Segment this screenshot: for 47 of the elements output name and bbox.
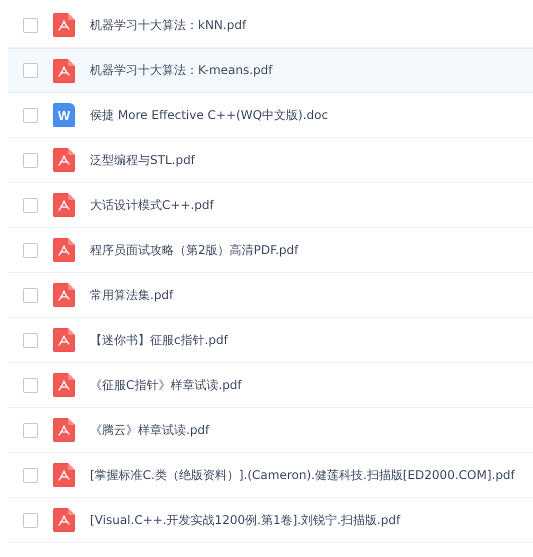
- checkbox[interactable]: [23, 468, 38, 482]
- file-name[interactable]: [掌握标准C.类（绝版资料）].(Cameron).健莲科技.扫描版[ED2000.COM].pdf: [90, 466, 515, 484]
- checkbox[interactable]: [23, 288, 38, 302]
- pdf-file-icon: [53, 508, 75, 532]
- checkbox[interactable]: [23, 332, 38, 348]
- file-row[interactable]: 机器学习十大算法：K-means.pdf: [8, 48, 533, 93]
- file-row[interactable]: 常用算法集.pdf: [8, 273, 533, 318]
- checkbox[interactable]: [23, 422, 38, 438]
- word-file-icon: W: [53, 103, 75, 127]
- checkbox[interactable]: [23, 512, 38, 528]
- file-name[interactable]: 侯捷 More Effective C++(WQ中文版).doc: [90, 106, 328, 124]
- pdf-file-icon: [53, 13, 75, 37]
- file-row[interactable]: [掌握标准C.类（绝版资料）].(Cameron).健莲科技.扫描版[ED2000.COM].pdf: [8, 453, 533, 498]
- file-row[interactable]: 大话设计模式C++.pdf: [8, 183, 533, 228]
- file-name[interactable]: 《征服C指针》样章试读.pdf: [90, 376, 242, 394]
- file-row[interactable]: 《腾云》样章试读.pdf: [8, 408, 533, 453]
- pdf-file-icon: [53, 193, 75, 217]
- checkbox[interactable]: [23, 378, 38, 392]
- pdf-file-icon: [53, 283, 75, 307]
- checkbox[interactable]: [23, 63, 38, 78]
- file-row[interactable]: 《征服C指针》样章试读.pdf: [8, 363, 533, 408]
- file-name[interactable]: 泛型编程与STL.pdf: [90, 152, 195, 168]
- file-row[interactable]: 程序员面试攻略（第2版）高清PDF.pdf: [8, 228, 533, 273]
- pdf-file-icon: [53, 373, 75, 397]
- file-name[interactable]: 《腾云》样章试读.pdf: [90, 422, 210, 438]
- file-row[interactable]: W 侯捷 More Effective C++(WQ中文版).doc: [8, 93, 533, 138]
- pdf-file-icon: [53, 238, 75, 262]
- file-row[interactable]: 泛型编程与STL.pdf: [8, 138, 533, 183]
- file-name[interactable]: 【迷你书】征服c指针.pdf: [90, 332, 228, 348]
- file-name[interactable]: [Visual.C++.开发实战1200例.第1卷].刘锐宁.扫描版.pdf: [90, 512, 400, 528]
- file-row[interactable]: 【迷你书】征服c指针.pdf: [8, 318, 533, 363]
- checkbox[interactable]: [23, 242, 38, 258]
- pdf-file-icon: [53, 463, 75, 487]
- pdf-file-icon: [53, 328, 75, 352]
- checkbox[interactable]: [23, 108, 38, 122]
- checkbox[interactable]: [23, 18, 38, 32]
- pdf-file-icon: [53, 148, 75, 172]
- file-name[interactable]: 常用算法集.pdf: [90, 286, 174, 304]
- checkbox[interactable]: [23, 152, 38, 168]
- pdf-file-icon: [53, 418, 75, 442]
- pdf-file-icon: [53, 58, 75, 82]
- file-name[interactable]: 程序员面试攻略（第2版）高清PDF.pdf: [90, 242, 298, 258]
- file-row[interactable]: [Visual.C++.开发实战1200例.第1卷].刘锐宁.扫描版.pdf: [8, 498, 533, 543]
- checkbox[interactable]: [23, 198, 38, 212]
- file-name[interactable]: 机器学习十大算法：K-means.pdf: [90, 62, 272, 79]
- file-name[interactable]: 大话设计模式C++.pdf: [90, 196, 214, 214]
- file-name[interactable]: 机器学习十大算法：kNN.pdf: [90, 16, 246, 34]
